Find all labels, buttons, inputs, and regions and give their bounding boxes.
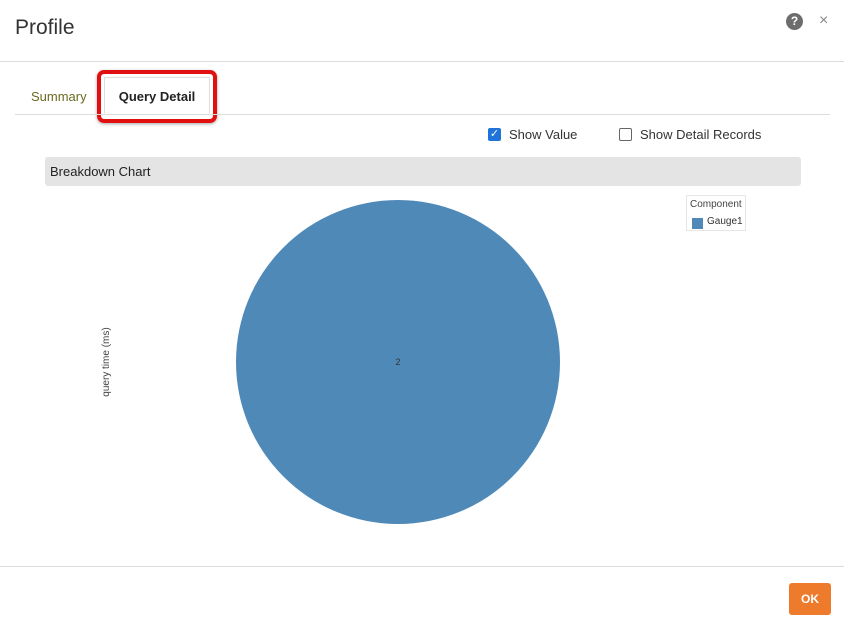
profile-dialog: Profile ? × Summary Query Detail ✓ Show … (0, 0, 844, 627)
footer-divider (0, 566, 844, 567)
pie-slices: 2 (236, 200, 560, 524)
ok-button[interactable]: OK (789, 583, 831, 615)
y-axis-label: query time (ms) (101, 327, 112, 396)
chart-legend: Component Gauge1 (686, 195, 746, 231)
pie-value-label: 2 (395, 357, 400, 367)
breakdown-pie-chart: 2 query time (ms) (101, 200, 560, 524)
legend-swatch (692, 218, 703, 229)
legend-item-gauge1[interactable]: Gauge1 (707, 216, 743, 227)
legend-title: Component (690, 199, 742, 210)
